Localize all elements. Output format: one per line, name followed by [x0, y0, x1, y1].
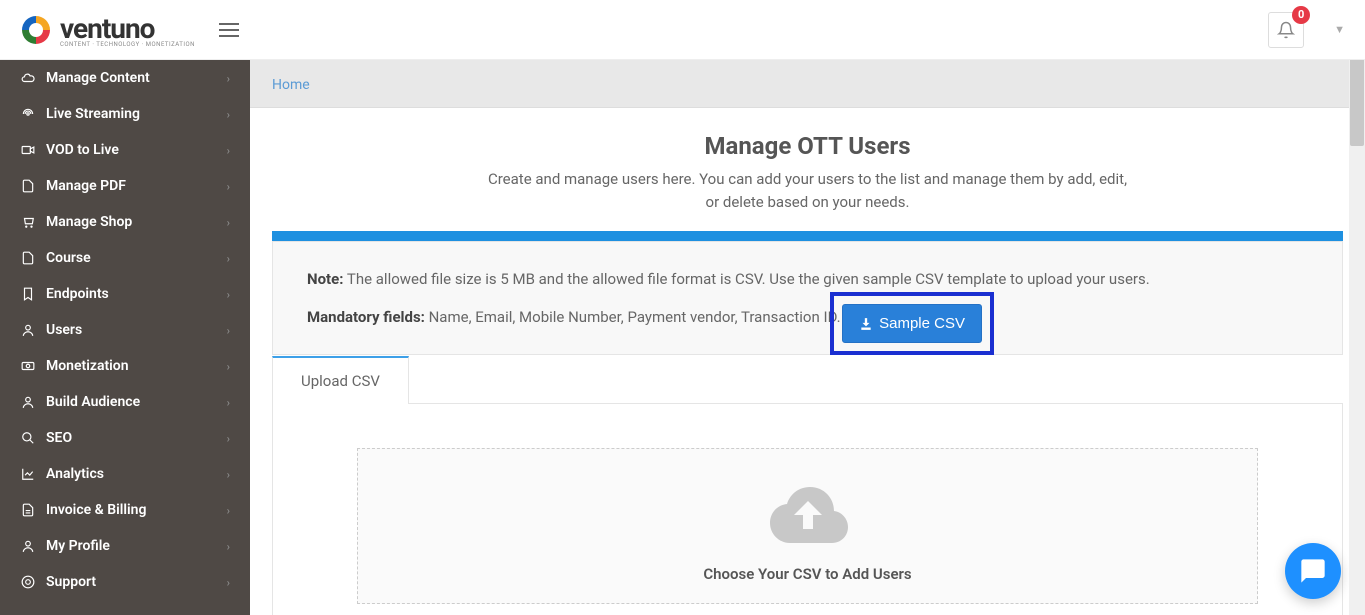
note-text: Note: The allowed file size is 5 MB and … — [307, 270, 1308, 288]
sidebar-item-label: Build Audience — [46, 394, 140, 410]
chevron-right-icon: › — [227, 468, 230, 481]
sidebar-item-vod-to-live[interactable]: VOD to Live › — [0, 132, 250, 168]
chevron-right-icon: › — [227, 144, 230, 157]
sidebar-item-course[interactable]: Course › — [0, 240, 250, 276]
chevron-right-icon: › — [227, 396, 230, 409]
logo[interactable]: ventuno CONTENT · TECHNOLOGY · MONETIZAT… — [20, 12, 195, 48]
chevron-right-icon: › — [227, 576, 230, 589]
breadcrumb: Home — [250, 60, 1365, 108]
sidebar-item-label: Manage Content — [46, 70, 150, 86]
page-subtitle: Create and manage users here. You can ad… — [483, 168, 1133, 213]
logo-tagline: CONTENT · TECHNOLOGY · MONETIZATION — [60, 41, 195, 48]
sidebar-item-label: Endpoints — [46, 286, 109, 302]
upload-panel: Choose Your CSV to Add Users — [272, 403, 1343, 615]
sidebar-item-label: Manage Shop — [46, 214, 132, 230]
chart-icon — [20, 467, 36, 481]
download-icon — [859, 317, 873, 331]
csv-dropzone[interactable]: Choose Your CSV to Add Users — [357, 448, 1258, 604]
sidebar-item-live-streaming[interactable]: Live Streaming › — [0, 96, 250, 132]
sidebar-item-label: My Profile — [46, 538, 110, 554]
chevron-right-icon: › — [227, 540, 230, 553]
caret-down-icon: ▼ — [1334, 23, 1345, 36]
bookmark-icon — [20, 287, 36, 301]
sidebar-item-label: Users — [46, 322, 82, 338]
sidebar-item-support[interactable]: Support › — [0, 564, 250, 600]
sidebar-item-label: Monetization — [46, 358, 129, 374]
signal-icon — [20, 107, 36, 121]
sidebar-item-analytics[interactable]: Analytics › — [0, 456, 250, 492]
chevron-right-icon: › — [227, 288, 230, 301]
tabs: Upload CSV — [272, 355, 1343, 403]
dropzone-text: Choose Your CSV to Add Users — [358, 565, 1257, 583]
sidebar-item-manage-shop[interactable]: Manage Shop › — [0, 204, 250, 240]
user-icon — [20, 395, 36, 409]
cloud-icon — [20, 71, 36, 85]
chat-widget-button[interactable] — [1285, 543, 1341, 599]
sample-csv-button[interactable]: Sample CSV — [842, 304, 982, 343]
menu-toggle-button[interactable] — [219, 23, 239, 37]
sidebar: Manage Content›Live Streaming›VOD to Liv… — [0, 60, 250, 615]
sidebar-item-label: Live Streaming — [46, 106, 140, 122]
chevron-right-icon: › — [227, 324, 230, 337]
sidebar-item-invoice-billing[interactable]: Invoice & Billing › — [0, 492, 250, 528]
search-icon — [20, 431, 36, 445]
tab-upload-csv[interactable]: Upload CSV — [272, 356, 409, 404]
sidebar-item-label: Support — [46, 574, 96, 590]
notifications-button[interactable]: 0 — [1268, 12, 1304, 48]
chevron-right-icon: › — [227, 72, 230, 85]
user-icon — [20, 323, 36, 337]
sidebar-item-label: VOD to Live — [46, 142, 119, 158]
sidebar-item-monetization[interactable]: Monetization › — [0, 348, 250, 384]
page-title: Manage OTT Users — [270, 132, 1345, 160]
main-content: Home Manage OTT Users Create and manage … — [250, 60, 1365, 615]
sidebar-item-label: Manage PDF — [46, 178, 126, 194]
cloud-upload-icon — [764, 479, 852, 551]
chevron-right-icon: › — [227, 360, 230, 373]
sidebar-item-manage-content[interactable]: Manage Content › — [0, 60, 250, 96]
sidebar-item-label: Invoice & Billing — [46, 502, 146, 518]
sidebar-item-label: Analytics — [46, 466, 104, 482]
file-icon — [20, 251, 36, 265]
sidebar-item-label: SEO — [46, 430, 72, 446]
sidebar-item-users[interactable]: Users › — [0, 312, 250, 348]
chevron-right-icon: › — [227, 504, 230, 517]
chevron-right-icon: › — [227, 216, 230, 229]
logo-icon — [20, 14, 52, 46]
user-menu-button[interactable]: ▼ — [1334, 23, 1345, 36]
header: ventuno CONTENT · TECHNOLOGY · MONETIZAT… — [0, 0, 1365, 60]
file-icon — [20, 179, 36, 193]
doc-icon — [20, 503, 36, 517]
chevron-right-icon: › — [227, 432, 230, 445]
user-icon — [20, 539, 36, 553]
chevron-right-icon: › — [227, 252, 230, 265]
section-divider — [272, 231, 1343, 241]
sidebar-item-build-audience[interactable]: Build Audience › — [0, 384, 250, 420]
scrollbar[interactable]: ▲ — [1349, 0, 1365, 615]
sidebar-item-seo[interactable]: SEO › — [0, 420, 250, 456]
sample-csv-highlight: Sample CSV — [830, 292, 994, 355]
sidebar-item-my-profile[interactable]: My Profile › — [0, 528, 250, 564]
video-icon — [20, 143, 36, 157]
money-icon — [20, 359, 36, 373]
sidebar-item-manage-pdf[interactable]: Manage PDF › — [0, 168, 250, 204]
sidebar-item-endpoints[interactable]: Endpoints › — [0, 276, 250, 312]
sidebar-item-label: Course — [46, 250, 91, 266]
breadcrumb-home-link[interactable]: Home — [272, 77, 310, 93]
chat-icon — [1299, 557, 1327, 585]
chevron-right-icon: › — [227, 108, 230, 121]
chevron-right-icon: › — [227, 180, 230, 193]
info-panel: Note: The allowed file size is 5 MB and … — [272, 241, 1343, 355]
life-icon — [20, 575, 36, 589]
notification-badge: 0 — [1292, 6, 1310, 24]
mandatory-fields-text: Mandatory fields: Name, Email, Mobile Nu… — [307, 308, 1308, 326]
bell-icon — [1277, 21, 1295, 39]
cart-icon — [20, 215, 36, 229]
